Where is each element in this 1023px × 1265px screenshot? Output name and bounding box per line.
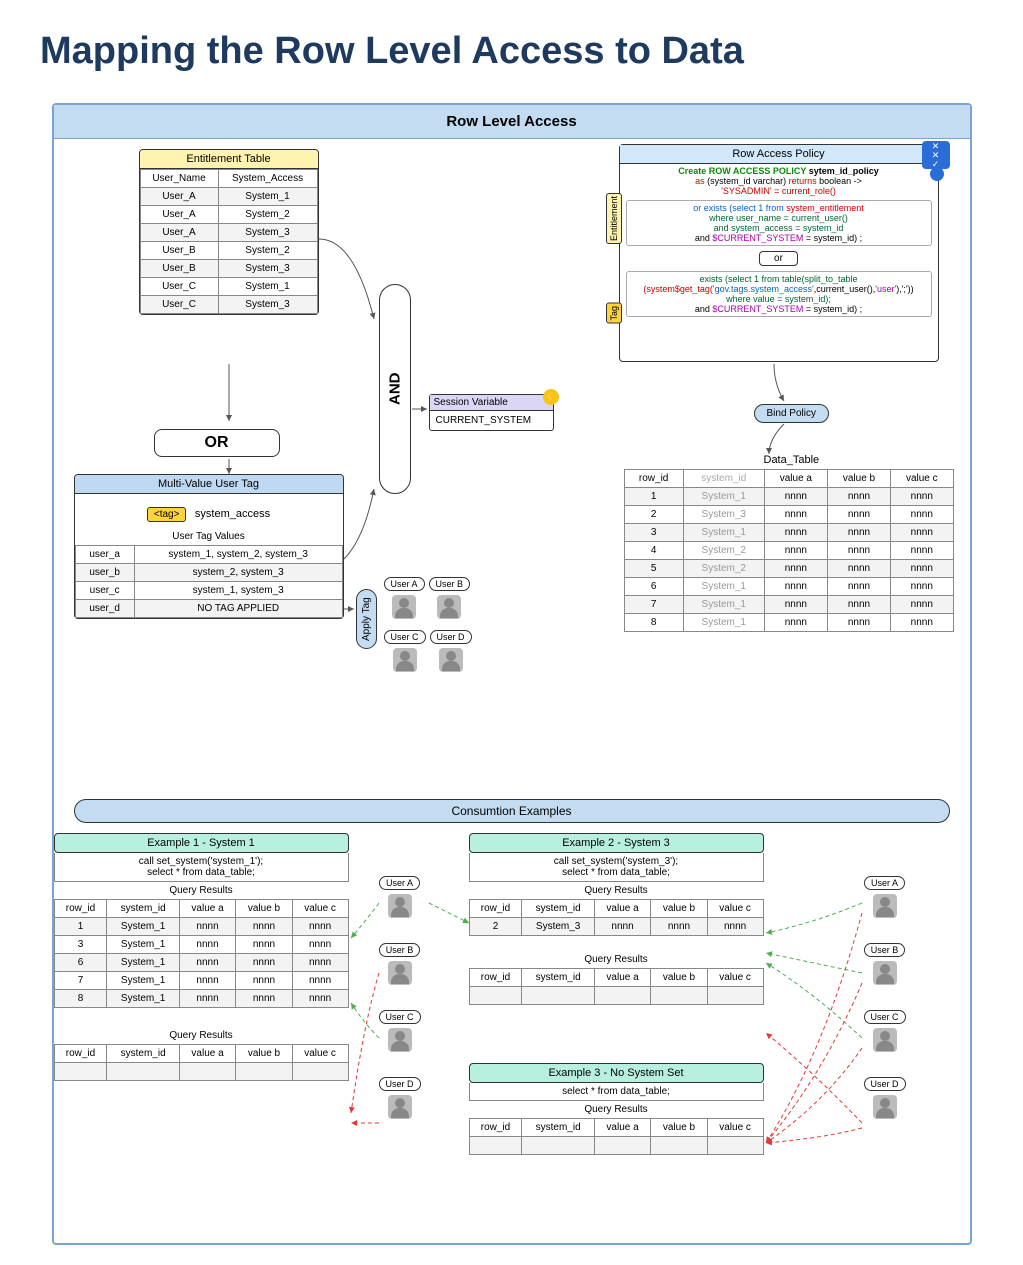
session-variable: Session Variable ⚡ CURRENT_SYSTEM — [429, 394, 554, 431]
data-table: row_id system_id value a value b value c… — [624, 469, 954, 632]
user-icon — [388, 1028, 412, 1052]
user-icon — [393, 648, 417, 672]
user-icon — [873, 1028, 897, 1052]
multitag-title: Multi-Value User Tag — [75, 475, 343, 494]
lightning-icon: ⚡ — [543, 389, 559, 405]
user-d-pill: User D — [430, 630, 472, 644]
ribbon-tail-icon — [930, 167, 944, 181]
session-variable-value: CURRENT_SYSTEM — [430, 411, 553, 430]
policy-tag-block: exists (select 1 from table(split_to_tab… — [626, 271, 932, 317]
row-access-policy: ✕✕✓ Entitlement Tag Row Access Policy Cr… — [619, 144, 939, 362]
ex3-call: select * from data_table; — [469, 1083, 764, 1101]
tag-chip-value: system_access — [195, 508, 270, 520]
page-title: Mapping the Row Level Access to Data — [40, 30, 983, 73]
user-icon — [439, 648, 463, 672]
ex2-empty-table: row_idsystem_idvalue avalue bvalue c — [469, 968, 764, 1005]
entitlement-grid: User_NameSystem_Access User_ASystem_1 Us… — [140, 169, 318, 314]
entitlement-side-label: Entitlement — [606, 193, 622, 244]
user-icon — [437, 595, 461, 619]
and-operator: AND — [379, 284, 411, 494]
user-icon — [873, 1095, 897, 1119]
consumption-bar: Consumtion Examples — [74, 799, 950, 823]
session-variable-title: Session Variable ⚡ — [430, 395, 553, 411]
policy-or: or — [759, 251, 798, 266]
col-username: User_Name — [140, 170, 218, 188]
ex2-call: call set_system('system_3'); select * fr… — [469, 853, 764, 882]
user-icon — [873, 961, 897, 985]
example-3: Example 3 - No System Set select * from … — [469, 1063, 764, 1155]
right-user-a: User A — [864, 876, 905, 890]
ribbon-icon: ✕✕✓ — [922, 141, 950, 169]
data-table-title: Data_Table — [764, 454, 820, 466]
center-user-b: User B — [379, 943, 421, 957]
right-user-b: User B — [864, 943, 906, 957]
col-sysaccess: System_Access — [218, 170, 317, 188]
ex2-table: row_idsystem_idvalue avalue bvalue c 2Sy… — [469, 899, 764, 936]
frame-title: Row Level Access — [54, 105, 970, 139]
entitlement-title: Entitlement Table — [140, 150, 318, 169]
ex2-qr-label: Query Results — [469, 885, 764, 896]
ex1-qr-label: Query Results — [54, 885, 349, 896]
example-1: Example 1 - System 1 call set_system('sy… — [54, 833, 349, 1081]
tag-side-label: Tag — [606, 303, 622, 324]
user-icon — [873, 894, 897, 918]
tag-values-table: user_asystem_1, system_2, system_3 user_… — [75, 545, 343, 618]
user-c-pill: User C — [384, 630, 426, 644]
ex1-table: row_idsystem_idvalue avalue bvalue c 1Sy… — [54, 899, 349, 1008]
example-2: Example 2 - System 3 call set_system('sy… — [469, 833, 764, 1005]
ex1-empty-table: row_idsystem_idvalue avalue bvalue c — [54, 1044, 349, 1081]
tag-chip: <tag> — [147, 507, 187, 522]
user-a-pill: User A — [384, 577, 425, 591]
right-user-stack: User A User B User C User D — [864, 873, 906, 1141]
ex3-empty-table: row_idsystem_idvalue avalue bvalue c — [469, 1118, 764, 1155]
user-icon — [388, 1095, 412, 1119]
bind-policy-pill: Bind Policy — [754, 404, 829, 423]
center-user-stack: User A User B User C User D — [379, 873, 421, 1141]
ex2-title: Example 2 - System 3 — [469, 833, 764, 853]
examples-area: Example 1 - System 1 call set_system('sy… — [54, 823, 970, 1243]
main-diagram-area: Entitlement Table User_NameSystem_Access… — [54, 139, 970, 799]
ex2-qr2-label: Query Results — [469, 954, 764, 965]
user-icon — [392, 595, 416, 619]
entitlement-table: Entitlement Table User_NameSystem_Access… — [139, 149, 319, 315]
tag-values-title: User Tag Values — [75, 528, 343, 545]
right-user-d: User D — [864, 1077, 906, 1091]
user-b-pill: User B — [429, 577, 471, 591]
apply-tag-label: Apply Tag — [356, 589, 377, 649]
multi-value-tag-box: Multi-Value User Tag <tag> system_access… — [74, 474, 344, 619]
policy-entitlement-block: or exists (select 1 from system_entitlem… — [626, 200, 932, 246]
policy-title: Row Access Policy — [620, 145, 938, 164]
users-grid: User A User B User C User D — [384, 574, 514, 680]
ex3-qr-label: Query Results — [469, 1104, 764, 1115]
right-user-c: User C — [864, 1010, 906, 1024]
ex1-qr2-label: Query Results — [54, 1030, 349, 1041]
center-user-a: User A — [379, 876, 420, 890]
user-icon — [388, 961, 412, 985]
ex1-title: Example 1 - System 1 — [54, 833, 349, 853]
ex1-call: call set_system('system_1'); select * fr… — [54, 853, 349, 882]
or-operator: OR — [154, 429, 280, 457]
user-icon — [388, 894, 412, 918]
ex3-title: Example 3 - No System Set — [469, 1063, 764, 1083]
center-user-c: User C — [379, 1010, 421, 1024]
diagram-frame: Row Level Access Entitlement Table User_… — [52, 103, 972, 1245]
center-user-d: User D — [379, 1077, 421, 1091]
